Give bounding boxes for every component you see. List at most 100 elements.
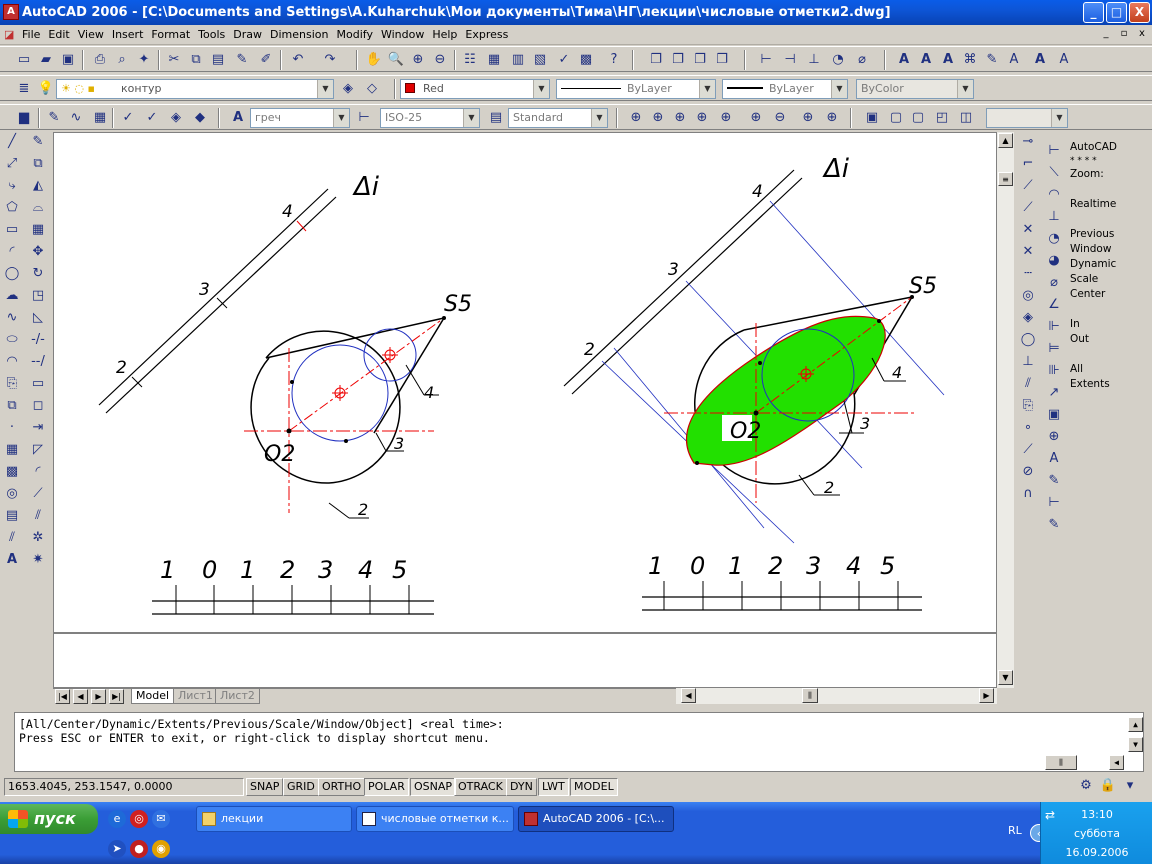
dim-jogged-icon[interactable]: ◕ [1044, 250, 1064, 272]
chevron-down-icon[interactable]: ▼ [957, 80, 973, 98]
save-icon[interactable]: ▣ [58, 50, 78, 70]
circle-icon[interactable]: ◯ [2, 263, 22, 285]
sheet-set-icon[interactable]: ▧ [530, 50, 550, 70]
lwt-toggle[interactable]: LWT [538, 778, 569, 796]
quick-leader-icon[interactable]: ↗ [1044, 382, 1064, 404]
autocad-app-icon[interactable]: A [3, 4, 19, 20]
arrange-icon[interactable]: ❐ [712, 50, 732, 70]
rectangle-icon[interactable]: ▭ [2, 219, 22, 241]
dim-update-icon[interactable]: ⊢ [1044, 492, 1064, 514]
cmd-hscroll-thumb[interactable]: ⫼ [1045, 755, 1077, 770]
scroll-down-icon[interactable]: ▼ [998, 670, 1013, 685]
snap-intersection-icon[interactable]: ✕ [1018, 219, 1038, 241]
line-icon[interactable]: ╱ [2, 131, 22, 153]
cut-icon[interactable]: ✂ [164, 50, 184, 70]
scroll-right-icon[interactable]: ▶ [979, 688, 994, 703]
mdi-close-button[interactable]: x [1134, 27, 1150, 42]
opera-icon[interactable]: ◎ [130, 810, 148, 828]
prev-tab-icon[interactable]: ◀ [73, 689, 88, 704]
chevron-down-icon[interactable]: ▼ [831, 80, 847, 98]
chevron-down-icon[interactable]: ▼ [591, 109, 607, 127]
dim-angular-icon[interactable]: ∠ [1044, 294, 1064, 316]
chevron-down-icon[interactable]: ▼ [699, 80, 715, 98]
construction-line-icon[interactable]: ⤢ [2, 153, 22, 175]
drawing-svg[interactable]: Δi S5 O2 2 3 4 4 3 2 1 0 1 2 3 4 5 Δi S5… [54, 133, 997, 688]
snap-node-icon[interactable]: ∘ [1018, 417, 1038, 439]
menu-file[interactable]: File [18, 25, 44, 45]
minimize-button[interactable]: _ [1083, 2, 1104, 23]
table-style-combo[interactable]: Standard ▼ [508, 108, 608, 128]
text-style-icon[interactable]: A [228, 108, 248, 128]
modify-attr-icon[interactable]: ✓ [118, 108, 138, 128]
dim-style-icon[interactable]: ✎ [1044, 514, 1064, 536]
polygon-icon[interactable]: ⬠ [2, 197, 22, 219]
arc-icon[interactable]: ◜ [2, 241, 22, 263]
center-mark-icon[interactable]: ⊕ [1044, 426, 1064, 448]
language-indicator[interactable]: RL [1008, 824, 1022, 837]
plot-icon[interactable]: ⎙ [90, 50, 110, 70]
dim-continue-icon[interactable]: ⊪ [1044, 360, 1064, 382]
edit-polyline-icon[interactable]: ✎ [44, 108, 64, 128]
ellipse-icon[interactable]: ⬭ [2, 329, 22, 351]
plotstyle-combo[interactable]: ByColor ▼ [856, 79, 974, 99]
polyline-icon[interactable]: ⤷ [2, 175, 22, 197]
viewport-scale-combo[interactable]: ▼ [986, 108, 1068, 128]
menu-insert[interactable]: Insert [108, 25, 148, 45]
tile-h-icon[interactable]: ❐ [668, 50, 688, 70]
start-button[interactable]: пуск [0, 804, 98, 834]
text-style-icon[interactable]: A [1004, 50, 1024, 70]
menu-window[interactable]: Window [377, 25, 428, 45]
find-icon[interactable]: ✎ [982, 50, 1002, 70]
snap-midpoint-icon[interactable]: ⟋ [1018, 197, 1038, 219]
scroll-thumb[interactable]: ≡ [998, 172, 1013, 186]
next-tab-icon[interactable]: ▶ [91, 689, 106, 704]
layer-previous-icon[interactable]: ◇ [362, 79, 382, 99]
table-style-icon[interactable]: ▤ [486, 108, 506, 128]
dim-edit-icon[interactable]: A [1044, 448, 1064, 470]
rotate-icon[interactable]: ↻ [28, 263, 48, 285]
horizontal-scrollbar[interactable]: ◀ ⫼ ▶ [676, 688, 997, 704]
snap-apparent-icon[interactable]: ✕ [1018, 241, 1038, 263]
mirror-icon[interactable]: ◭ [28, 175, 48, 197]
snap-insert-icon[interactable]: ⎘ [1018, 395, 1038, 417]
layer-manager-icon[interactable]: ≣ [14, 79, 34, 99]
tab-layout1[interactable]: Лист1 [173, 689, 218, 704]
cmd-scroll-down-icon[interactable]: ▼ [1128, 737, 1143, 752]
polar-toggle[interactable]: POLAR [364, 778, 409, 796]
chevron-down-icon[interactable]: ▼ [317, 80, 333, 98]
chamfer-icon[interactable]: ◸ [28, 439, 48, 461]
match-properties-icon[interactable]: ✎ [232, 50, 252, 70]
layer-combo[interactable]: ☀ ◌ ▪ контур ▼ [56, 79, 334, 99]
dim-arc-icon[interactable]: ◠ [1044, 184, 1064, 206]
snap-none-icon[interactable]: ⊘ [1018, 461, 1038, 483]
dim-aligned-icon[interactable]: ⟍ [1044, 162, 1064, 184]
menu-tools[interactable]: Tools [194, 25, 229, 45]
snap-settings-icon[interactable]: ∩ [1018, 483, 1038, 505]
multiline-icon[interactable]: ⫽ [2, 527, 22, 549]
hatch-icon[interactable]: ▦ [2, 439, 22, 461]
zoom-out-icon[interactable]: ⊖ [770, 108, 790, 128]
model-toggle[interactable]: MODEL [570, 778, 618, 796]
viewport-3-icon[interactable]: ▢ [908, 108, 928, 128]
draw-order-icon[interactable]: ▆ [14, 108, 34, 128]
mtext-icon[interactable]: A [916, 50, 936, 70]
tab-model[interactable]: Model [131, 689, 175, 704]
break-icon[interactable]: ◻ [28, 395, 48, 417]
explode-attr-icon[interactable]: ◆ [190, 108, 210, 128]
snap-endpoint-icon[interactable]: ⟋ [1018, 175, 1038, 197]
lock-icon[interactable]: 🔒 [1098, 776, 1118, 796]
copy-icon[interactable]: ⧉ [186, 50, 206, 70]
ortho-toggle[interactable]: ORTHO [318, 778, 366, 796]
otrack-toggle[interactable]: OTRACK [454, 778, 507, 796]
justify-text-icon[interactable]: A [1054, 50, 1074, 70]
parallel-icon[interactable]: ⫽ [28, 505, 48, 527]
zoom-previous-icon[interactable]: ⊖ [430, 50, 450, 70]
cmd-scroll-up-icon[interactable]: ▲ [1128, 717, 1143, 732]
cascade-icon[interactable]: ❐ [646, 50, 666, 70]
lineweight-combo[interactable]: ByLayer ▼ [722, 79, 848, 99]
join-icon[interactable]: ⇥ [28, 417, 48, 439]
extend-icon[interactable]: --/ [28, 351, 48, 373]
menu-draw[interactable]: Draw [229, 25, 266, 45]
tool-palettes-icon[interactable]: ▥ [508, 50, 528, 70]
snap-extension-icon[interactable]: ┄ [1018, 263, 1038, 285]
